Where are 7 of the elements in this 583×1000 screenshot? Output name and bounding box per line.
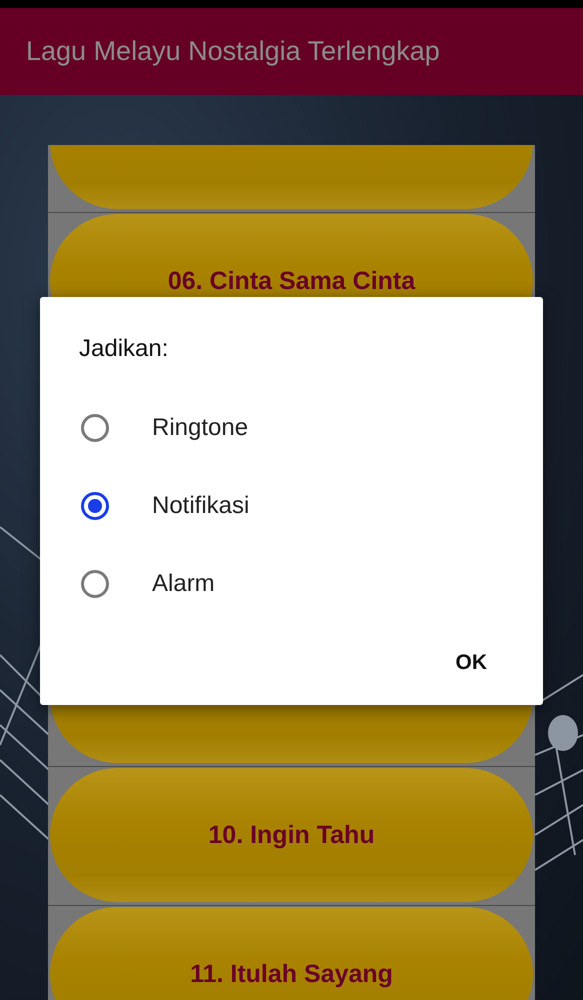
app-title: Lagu Melayu Nostalgia Terlengkap xyxy=(26,36,440,67)
song-button[interactable]: 11. Itulah Sayang xyxy=(50,907,533,1000)
ok-button[interactable]: OK xyxy=(450,647,493,679)
radio-option[interactable]: Alarm xyxy=(40,545,543,623)
song-button[interactable]: 10. Ingin Tahu xyxy=(50,768,533,902)
radio-option[interactable]: Notifikasi xyxy=(40,467,543,545)
radio-option[interactable]: Ringtone xyxy=(40,389,543,467)
